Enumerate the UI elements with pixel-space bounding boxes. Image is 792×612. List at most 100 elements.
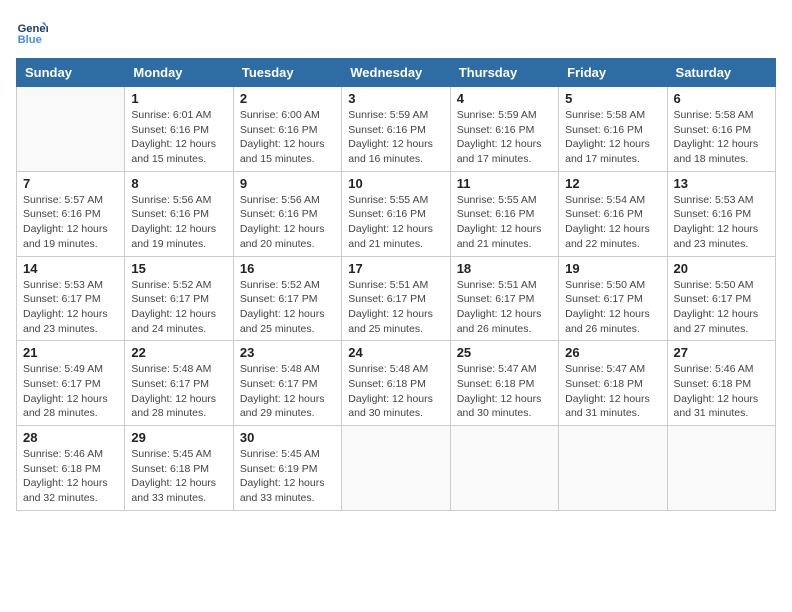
daylight-text: Daylight: 12 hours and 22 minutes. xyxy=(565,223,650,250)
calendar-week-row: 28 Sunrise: 5:46 AM Sunset: 6:18 PM Dayl… xyxy=(17,426,776,511)
day-number: 24 xyxy=(348,345,443,360)
sunset-text: Sunset: 6:16 PM xyxy=(131,124,209,136)
weekday-header-friday: Friday xyxy=(559,59,667,87)
daylight-text: Daylight: 12 hours and 31 minutes. xyxy=(565,393,650,420)
day-info: Sunrise: 5:52 AM Sunset: 6:17 PM Dayligh… xyxy=(131,278,226,337)
sunrise-text: Sunrise: 5:59 AM xyxy=(348,109,428,121)
calendar-cell: 13 Sunrise: 5:53 AM Sunset: 6:16 PM Dayl… xyxy=(667,171,775,256)
calendar-cell: 30 Sunrise: 5:45 AM Sunset: 6:19 PM Dayl… xyxy=(233,426,341,511)
day-number: 14 xyxy=(23,261,118,276)
calendar-cell: 7 Sunrise: 5:57 AM Sunset: 6:16 PM Dayli… xyxy=(17,171,125,256)
sunrise-text: Sunrise: 5:56 AM xyxy=(240,194,320,206)
day-number: 23 xyxy=(240,345,335,360)
day-info: Sunrise: 5:51 AM Sunset: 6:17 PM Dayligh… xyxy=(348,278,443,337)
day-info: Sunrise: 5:48 AM Sunset: 6:17 PM Dayligh… xyxy=(131,362,226,421)
day-number: 9 xyxy=(240,176,335,191)
day-info: Sunrise: 5:47 AM Sunset: 6:18 PM Dayligh… xyxy=(457,362,552,421)
calendar-cell: 28 Sunrise: 5:46 AM Sunset: 6:18 PM Dayl… xyxy=(17,426,125,511)
daylight-text: Daylight: 12 hours and 19 minutes. xyxy=(131,223,216,250)
sunrise-text: Sunrise: 6:00 AM xyxy=(240,109,320,121)
logo: General Blue xyxy=(16,16,48,48)
day-number: 6 xyxy=(674,91,769,106)
sunset-text: Sunset: 6:17 PM xyxy=(240,378,318,390)
weekday-header-tuesday: Tuesday xyxy=(233,59,341,87)
day-number: 28 xyxy=(23,430,118,445)
daylight-text: Daylight: 12 hours and 15 minutes. xyxy=(131,138,216,165)
daylight-text: Daylight: 12 hours and 23 minutes. xyxy=(23,308,108,335)
daylight-text: Daylight: 12 hours and 26 minutes. xyxy=(457,308,542,335)
daylight-text: Daylight: 12 hours and 30 minutes. xyxy=(457,393,542,420)
sunset-text: Sunset: 6:17 PM xyxy=(23,378,101,390)
day-info: Sunrise: 5:56 AM Sunset: 6:16 PM Dayligh… xyxy=(240,193,335,252)
day-info: Sunrise: 5:59 AM Sunset: 6:16 PM Dayligh… xyxy=(348,108,443,167)
calendar-cell: 23 Sunrise: 5:48 AM Sunset: 6:17 PM Dayl… xyxy=(233,341,341,426)
sunset-text: Sunset: 6:17 PM xyxy=(240,293,318,305)
weekday-header-thursday: Thursday xyxy=(450,59,558,87)
sunset-text: Sunset: 6:16 PM xyxy=(674,124,752,136)
day-info: Sunrise: 5:57 AM Sunset: 6:16 PM Dayligh… xyxy=(23,193,118,252)
sunset-text: Sunset: 6:17 PM xyxy=(131,378,209,390)
sunrise-text: Sunrise: 5:48 AM xyxy=(240,363,320,375)
sunrise-text: Sunrise: 5:50 AM xyxy=(565,279,645,291)
daylight-text: Daylight: 12 hours and 28 minutes. xyxy=(131,393,216,420)
daylight-text: Daylight: 12 hours and 33 minutes. xyxy=(240,477,325,504)
calendar-cell: 22 Sunrise: 5:48 AM Sunset: 6:17 PM Dayl… xyxy=(125,341,233,426)
calendar-cell: 4 Sunrise: 5:59 AM Sunset: 6:16 PM Dayli… xyxy=(450,87,558,172)
day-info: Sunrise: 5:47 AM Sunset: 6:18 PM Dayligh… xyxy=(565,362,660,421)
day-number: 18 xyxy=(457,261,552,276)
day-number: 20 xyxy=(674,261,769,276)
daylight-text: Daylight: 12 hours and 21 minutes. xyxy=(457,223,542,250)
calendar-cell: 20 Sunrise: 5:50 AM Sunset: 6:17 PM Dayl… xyxy=(667,256,775,341)
day-number: 3 xyxy=(348,91,443,106)
sunset-text: Sunset: 6:19 PM xyxy=(240,463,318,475)
daylight-text: Daylight: 12 hours and 30 minutes. xyxy=(348,393,433,420)
sunrise-text: Sunrise: 5:51 AM xyxy=(348,279,428,291)
weekday-header-monday: Monday xyxy=(125,59,233,87)
sunset-text: Sunset: 6:16 PM xyxy=(240,124,318,136)
calendar-week-row: 21 Sunrise: 5:49 AM Sunset: 6:17 PM Dayl… xyxy=(17,341,776,426)
sunrise-text: Sunrise: 5:56 AM xyxy=(131,194,211,206)
day-info: Sunrise: 6:00 AM Sunset: 6:16 PM Dayligh… xyxy=(240,108,335,167)
day-info: Sunrise: 5:45 AM Sunset: 6:18 PM Dayligh… xyxy=(131,447,226,506)
day-info: Sunrise: 5:49 AM Sunset: 6:17 PM Dayligh… xyxy=(23,362,118,421)
day-number: 1 xyxy=(131,91,226,106)
day-info: Sunrise: 5:56 AM Sunset: 6:16 PM Dayligh… xyxy=(131,193,226,252)
day-info: Sunrise: 5:54 AM Sunset: 6:16 PM Dayligh… xyxy=(565,193,660,252)
sunset-text: Sunset: 6:16 PM xyxy=(565,208,643,220)
day-number: 15 xyxy=(131,261,226,276)
sunset-text: Sunset: 6:17 PM xyxy=(348,293,426,305)
calendar-cell: 14 Sunrise: 5:53 AM Sunset: 6:17 PM Dayl… xyxy=(17,256,125,341)
sunset-text: Sunset: 6:18 PM xyxy=(23,463,101,475)
calendar-cell: 8 Sunrise: 5:56 AM Sunset: 6:16 PM Dayli… xyxy=(125,171,233,256)
sunrise-text: Sunrise: 5:48 AM xyxy=(131,363,211,375)
daylight-text: Daylight: 12 hours and 23 minutes. xyxy=(674,223,759,250)
day-number: 12 xyxy=(565,176,660,191)
day-number: 22 xyxy=(131,345,226,360)
day-info: Sunrise: 5:46 AM Sunset: 6:18 PM Dayligh… xyxy=(23,447,118,506)
day-info: Sunrise: 5:48 AM Sunset: 6:17 PM Dayligh… xyxy=(240,362,335,421)
calendar-cell: 1 Sunrise: 6:01 AM Sunset: 6:16 PM Dayli… xyxy=(125,87,233,172)
calendar-cell: 17 Sunrise: 5:51 AM Sunset: 6:17 PM Dayl… xyxy=(342,256,450,341)
logo-icon: General Blue xyxy=(16,16,48,48)
day-number: 17 xyxy=(348,261,443,276)
day-info: Sunrise: 5:55 AM Sunset: 6:16 PM Dayligh… xyxy=(457,193,552,252)
day-number: 11 xyxy=(457,176,552,191)
day-number: 26 xyxy=(565,345,660,360)
day-number: 25 xyxy=(457,345,552,360)
sunset-text: Sunset: 6:16 PM xyxy=(457,208,535,220)
sunrise-text: Sunrise: 5:51 AM xyxy=(457,279,537,291)
sunset-text: Sunset: 6:16 PM xyxy=(240,208,318,220)
day-info: Sunrise: 5:53 AM Sunset: 6:17 PM Dayligh… xyxy=(23,278,118,337)
day-number: 8 xyxy=(131,176,226,191)
sunrise-text: Sunrise: 5:55 AM xyxy=(457,194,537,206)
sunrise-text: Sunrise: 5:50 AM xyxy=(674,279,754,291)
calendar-cell: 11 Sunrise: 5:55 AM Sunset: 6:16 PM Dayl… xyxy=(450,171,558,256)
sunrise-text: Sunrise: 5:47 AM xyxy=(565,363,645,375)
calendar-header-row: SundayMondayTuesdayWednesdayThursdayFrid… xyxy=(17,59,776,87)
sunrise-text: Sunrise: 5:59 AM xyxy=(457,109,537,121)
sunset-text: Sunset: 6:18 PM xyxy=(674,378,752,390)
calendar-cell: 3 Sunrise: 5:59 AM Sunset: 6:16 PM Dayli… xyxy=(342,87,450,172)
sunset-text: Sunset: 6:18 PM xyxy=(348,378,426,390)
calendar-cell: 10 Sunrise: 5:55 AM Sunset: 6:16 PM Dayl… xyxy=(342,171,450,256)
day-info: Sunrise: 5:55 AM Sunset: 6:16 PM Dayligh… xyxy=(348,193,443,252)
